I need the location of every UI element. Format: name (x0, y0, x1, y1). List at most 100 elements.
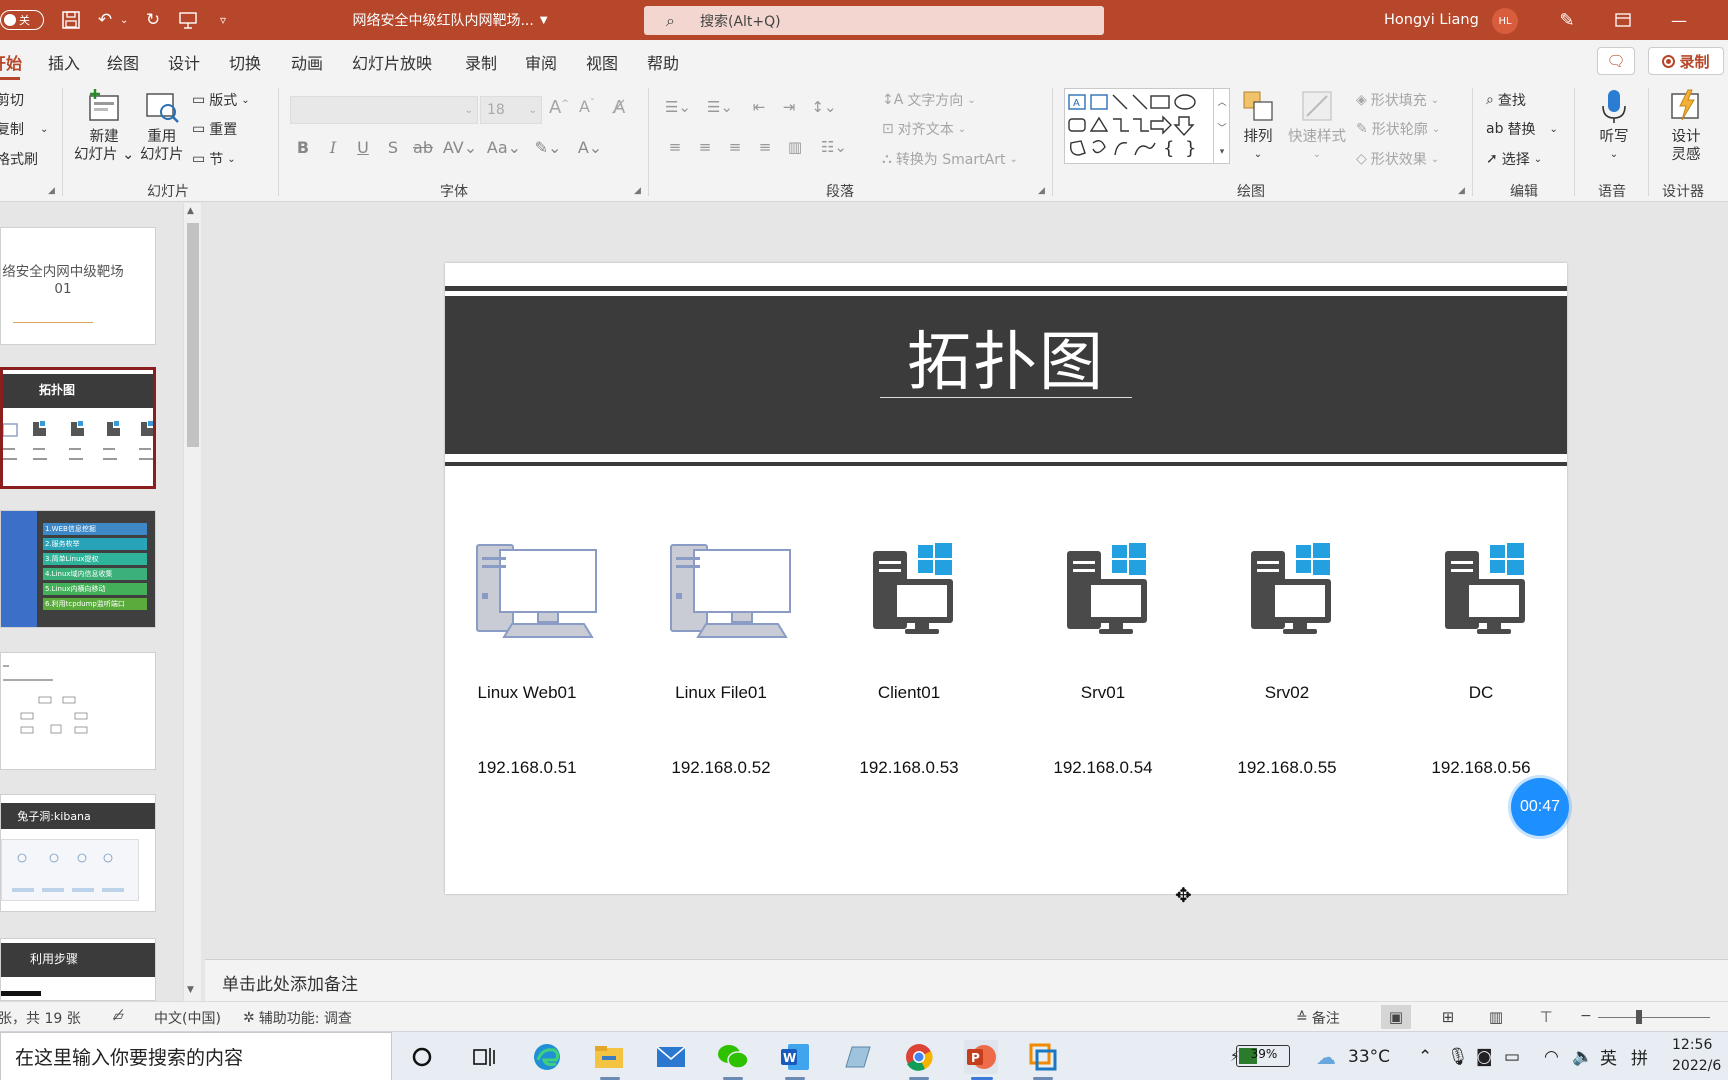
tab-draw[interactable]: 绘图 (107, 50, 139, 74)
slideshow-view-icon[interactable]: ⊤ (1531, 1005, 1561, 1029)
shape-outline-button[interactable]: ✎ 形状轮廓 ⌄ (1356, 119, 1440, 139)
tab-record[interactable]: 录制 (465, 50, 497, 74)
undo-dropdown-icon[interactable]: ⌄ (120, 0, 128, 40)
reset-button[interactable]: ▭ 重置 (192, 119, 237, 139)
notepad-icon[interactable] (840, 1040, 874, 1074)
bullets-icon[interactable]: ☰⌄ (660, 98, 696, 116)
notes-pane[interactable]: 单击此处添加备注 (205, 959, 1728, 1001)
slide-thumbnail-3[interactable]: 1.WEB信息挖掘 2.服务枚举 3.简单Linux提权 4.Linux域内信息… (0, 510, 156, 628)
convert-smartart-button[interactable]: ⛬ 转换为 SmartArt ⌄ (882, 149, 1018, 169)
tab-design[interactable]: 设计 (168, 50, 200, 74)
layout-button[interactable]: ▭ 版式 ⌄ (192, 90, 250, 110)
cortana-icon[interactable] (405, 1040, 439, 1074)
volume-icon[interactable]: 🔈 (1572, 1032, 1593, 1080)
tab-review[interactable]: 审阅 (525, 50, 557, 74)
columns-icon[interactable]: ☷⌄ (810, 138, 858, 156)
camera-tray-icon[interactable]: ◙ (1476, 1032, 1493, 1080)
dictate-button[interactable]: 听写 ⌄ (1596, 88, 1632, 164)
scroll-up-icon[interactable]: ▲ (187, 206, 194, 216)
tab-transitions[interactable]: 切换 (229, 50, 261, 74)
file-explorer-icon[interactable] (592, 1040, 626, 1074)
numbering-icon[interactable]: ☰⌄ (696, 98, 744, 116)
shape-effects-button[interactable]: ◇ 形状效果 ⌄ (1356, 149, 1439, 169)
change-case-icon[interactable]: Aa⌄ (482, 138, 526, 157)
font-color-icon[interactable]: A⌄ (570, 138, 610, 157)
tab-view[interactable]: 视图 (586, 50, 618, 74)
mail-icon[interactable] (654, 1040, 688, 1074)
save-icon[interactable] (57, 0, 85, 40)
document-title[interactable]: 网络安全中级红队内网靶场... ▼ (330, 0, 570, 40)
font-name-box[interactable]: ⌄ (290, 96, 478, 124)
vmware-icon[interactable] (1026, 1040, 1060, 1074)
line-spacing-icon[interactable]: ↕⌄ (804, 98, 844, 116)
bold-icon[interactable]: B (288, 138, 318, 157)
scroll-down-icon[interactable]: ▼ (187, 985, 194, 995)
accessibility-button[interactable]: ✲ 辅助功能: 调查 (243, 1008, 352, 1028)
paragraph-launcher-icon[interactable]: ◢ (1038, 186, 1045, 196)
increase-font-icon[interactable]: A^ (549, 97, 569, 118)
reuse-slides-button[interactable]: 重用 幻灯片 (140, 88, 184, 164)
tab-home[interactable]: 开始 (0, 50, 22, 74)
tab-help[interactable]: 帮助 (647, 50, 679, 74)
ime-mode[interactable]: 拼 (1631, 1032, 1648, 1080)
record-button[interactable]: 录制 (1648, 47, 1724, 75)
redo-icon[interactable]: ↻ (139, 0, 167, 40)
zoom-slider-knob[interactable] (1636, 1010, 1642, 1024)
decrease-font-icon[interactable]: Aˇ (579, 97, 594, 116)
avatar[interactable]: HL (1492, 8, 1518, 34)
tray-chevron-icon[interactable]: ⌃ (1418, 1032, 1432, 1080)
justify-icon[interactable]: ≡ (750, 138, 780, 156)
font-size-box[interactable]: 18 ⌄ (480, 96, 542, 124)
gallery-scroll[interactable]: ︿ ﹀ ▾ (1213, 88, 1230, 164)
align-left-icon[interactable]: ≡ (660, 138, 690, 156)
drawing-launcher-icon[interactable]: ◢ (1458, 186, 1465, 196)
increase-indent-icon[interactable]: ⇥ (774, 98, 804, 116)
microphone-tray-icon[interactable]: 🎙 (1447, 1032, 1469, 1080)
cut-button[interactable]: 剪切 (0, 90, 24, 110)
slide-thumbnail-1[interactable]: 络安全内网中级靶场01 (0, 227, 156, 345)
user-name[interactable]: Hongyi Liang (1384, 0, 1479, 40)
language-indicator[interactable]: 中文(中国) (154, 1008, 221, 1028)
scrollbar-thumb[interactable] (187, 223, 199, 447)
copy-button[interactable]: 复制 ⌄ (0, 119, 48, 139)
thumbnail-scrollbar[interactable]: ▲ ▼ (183, 203, 201, 1001)
reading-view-icon[interactable]: ▥ (1481, 1005, 1511, 1029)
slide-thumbnail-4[interactable] (0, 652, 156, 770)
word-icon[interactable]: W (778, 1040, 812, 1074)
replace-button[interactable]: ab 替换 ⌄ (1486, 119, 1558, 139)
system-clock[interactable]: 12:56 2022/6 (1672, 1035, 1721, 1077)
tab-insert[interactable]: 插入 (48, 50, 80, 74)
recording-timer[interactable]: 00:47 (1511, 778, 1569, 836)
normal-view-icon[interactable]: ▣ (1381, 1005, 1411, 1029)
slide-thumbnail-2[interactable]: 拓扑图 (0, 367, 156, 489)
slide[interactable]: 拓扑图 Linux Web01 192.168.0.51 Linux File0… (445, 263, 1567, 894)
align-center-icon[interactable]: ≡ (690, 138, 720, 156)
arrange-button[interactable]: 排列 ⌄ (1240, 88, 1276, 164)
char-spacing-icon[interactable]: AV⌄ (438, 138, 482, 157)
distributed-icon[interactable]: ▥ (780, 138, 810, 156)
slide-thumbnail-6[interactable]: 利用步骤 (0, 938, 156, 1001)
minimize-icon[interactable]: — (1656, 0, 1702, 40)
zoom-slider[interactable] (1598, 1017, 1710, 1018)
weather-widget[interactable]: ☁ 33°C (1316, 1032, 1390, 1080)
align-text-button[interactable]: ⊡ 对齐文本 ⌄ (882, 119, 966, 139)
italic-icon[interactable]: I (318, 138, 348, 157)
new-slide-button[interactable]: 新建 幻灯片 ⌄ (74, 88, 134, 164)
customize-qat-icon[interactable]: ▿ (209, 0, 237, 40)
wechat-icon[interactable] (716, 1040, 750, 1074)
power-mode-icon[interactable]: ▭ (1504, 1032, 1520, 1080)
decrease-indent-icon[interactable]: ⇤ (744, 98, 774, 116)
tab-animations[interactable]: 动画 (291, 50, 323, 74)
slide-thumbnail-5[interactable]: 兔子洞:kibana (0, 794, 156, 912)
strikethrough-icon[interactable]: ab (408, 138, 438, 157)
slide-sorter-icon[interactable]: ⊞ (1433, 1005, 1463, 1029)
shadow-icon[interactable]: S (378, 138, 408, 157)
task-view-icon[interactable] (467, 1040, 501, 1074)
taskbar-search-box[interactable]: 在这里输入你要搜索的内容 (0, 1032, 392, 1080)
clipboard-launcher-icon[interactable]: ◢ (48, 186, 55, 196)
search-box[interactable]: ⌕ 搜索(Alt+Q) (644, 6, 1104, 35)
zoom-out-icon[interactable]: − (1580, 1008, 1592, 1024)
wifi-icon[interactable]: ◠ (1544, 1032, 1559, 1080)
text-direction-button[interactable]: ↕A 文字方向 ⌄ (882, 90, 976, 110)
clear-formatting-icon[interactable]: A̸ (613, 97, 625, 118)
